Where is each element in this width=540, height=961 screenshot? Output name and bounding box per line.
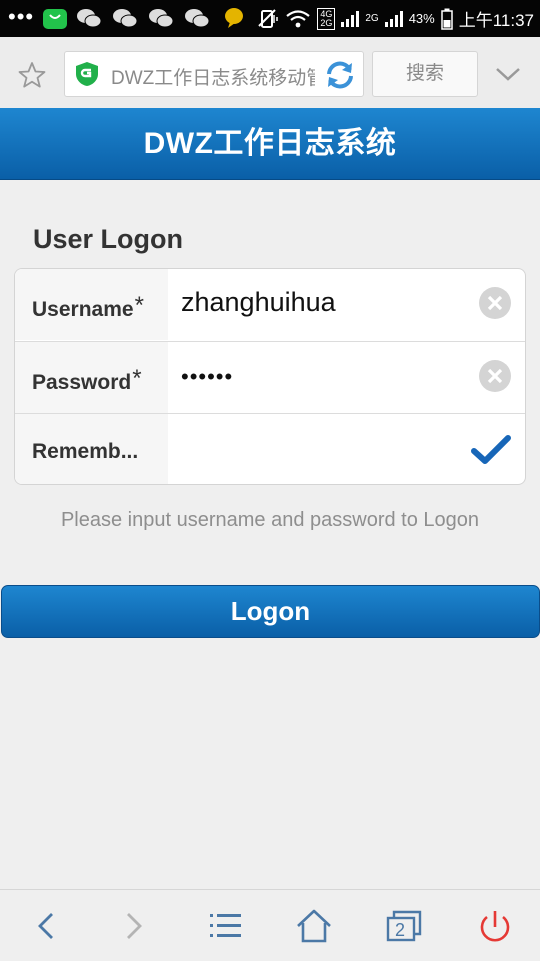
login-form: Username* zhanghuihua Password* •••••• R… [14,268,526,485]
username-label-wrap: Username* [32,292,144,323]
remember-label-cell: Rememb... [15,414,168,484]
menu-icon[interactable] [206,908,246,944]
status-indicators: 4G 2G 2G 43% 上午11:37 [257,0,534,37]
password-label-wrap: Password* [32,365,142,396]
password-row: Password* •••••• [15,341,525,413]
network-2g-label: 2G [365,13,379,24]
status-bar: ••• 4G 2G 2G 43% 上午11:37 [0,0,540,37]
password-label: Password [32,371,132,394]
wechat-icon [113,9,138,28]
search-button[interactable]: 搜索 [372,51,478,97]
remember-label: Rememb... [32,440,139,463]
home-icon[interactable] [294,908,334,944]
bookmark-star-icon[interactable] [18,61,46,89]
signal-2-icon [384,10,403,27]
forward-icon[interactable] [114,908,154,944]
logon-button[interactable]: Logon [1,585,540,638]
wifi-icon [286,9,311,27]
wechat-icon [149,9,174,28]
username-field[interactable]: zhanghuihua [181,287,336,318]
password-label-cell: Password* [15,342,168,413]
tab-count: 2 [395,920,406,940]
power-icon[interactable] [475,908,515,944]
page-title: DWZ工作日志系统 [143,127,397,160]
signal-icon [341,10,360,27]
network-2g-label-top: 2G [320,17,333,28]
battery-icon [440,8,453,30]
browser-toolbar: DWZ工作日志系统移动管 搜索 [0,37,540,109]
url-text[interactable]: DWZ工作日志系统移动管 [111,63,315,90]
tabs-button[interactable]: 2 [384,908,424,944]
wechat-icon [77,9,102,28]
clear-username-button[interactable] [479,287,511,319]
username-row: Username* zhanghuihua [15,269,525,340]
shop-bag-icon [43,9,67,29]
vibrate-icon [258,8,279,28]
overflow-dots: ••• [8,4,35,29]
chat-bubble-icon [225,8,243,28]
close-icon [487,368,503,384]
remember-row[interactable]: Rememb... [15,413,525,484]
security-shield-icon [76,62,98,86]
required-marker: * [134,292,144,319]
close-icon [487,295,503,311]
network-type: 4G 2G [317,7,336,30]
clock: 上午11:37 [458,11,534,30]
clear-password-button[interactable] [479,360,511,392]
back-icon[interactable] [26,908,66,944]
password-field[interactable]: •••••• [181,364,233,390]
battery-percent: 43% [408,11,435,26]
username-label: Username [32,298,134,321]
browser-bottom-toolbar: 2 [0,889,540,961]
required-marker: * [132,365,142,392]
login-hint: Please input username and password to Lo… [60,509,480,531]
address-bar[interactable]: DWZ工作日志系统移动管 [64,51,364,97]
app-header: DWZ工作日志系统 [0,108,540,180]
username-label-cell: Username* [15,269,168,340]
refresh-icon[interactable] [323,58,357,92]
chevron-down-icon[interactable] [494,65,522,83]
checkmark-icon[interactable] [471,434,511,466]
form-title: User Logon [33,224,184,254]
wechat-icon [185,9,210,28]
